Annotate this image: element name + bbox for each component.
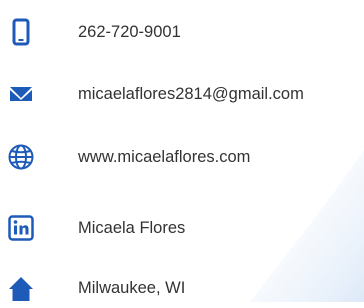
envelope-icon	[4, 74, 38, 114]
linkedin-name: Micaela Flores	[78, 219, 186, 237]
email-address: micaelaflores2814@gmail.com	[78, 85, 304, 103]
contact-item-linkedin[interactable]: Micaela Flores	[0, 208, 364, 248]
contact-item-phone[interactable]: 262-720-9001	[0, 12, 364, 52]
phone-number: 262-720-9001	[78, 23, 181, 41]
linkedin-icon	[4, 208, 38, 248]
contact-list: 262-720-9001 micaelaflores2814@gmail.com…	[0, 0, 364, 302]
location-text: Milwaukee, WI	[78, 279, 186, 297]
website-url: www.micaelaflores.com	[78, 148, 251, 166]
contact-item-website[interactable]: www.micaelaflores.com	[0, 137, 364, 177]
globe-icon	[4, 137, 38, 177]
smartphone-icon	[4, 12, 38, 52]
home-icon	[4, 268, 38, 308]
contact-item-location[interactable]: Milwaukee, WI	[0, 268, 364, 308]
contact-item-email[interactable]: micaelaflores2814@gmail.com	[0, 74, 364, 114]
